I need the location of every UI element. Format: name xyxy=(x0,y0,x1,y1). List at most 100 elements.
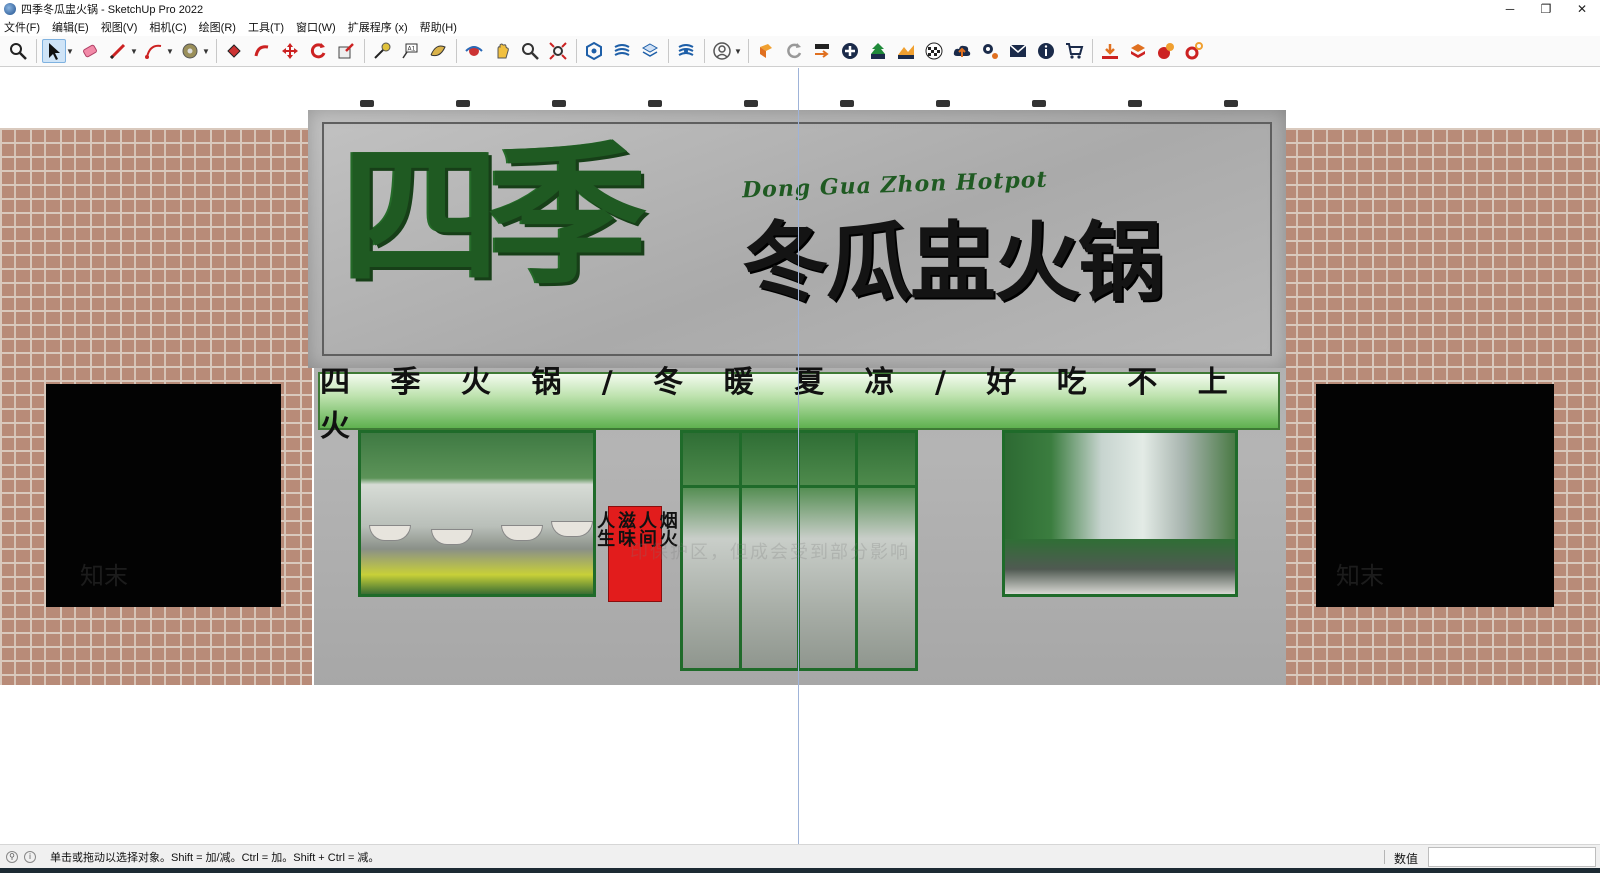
refresh-icon[interactable] xyxy=(782,39,806,63)
window-controls: ─ ❐ ✕ xyxy=(1492,0,1600,18)
measurements-label: 数值 xyxy=(1394,852,1419,866)
door-frame-bar xyxy=(683,485,915,488)
status-bar: ⚲ i 单击或拖动以选择对象。Shift = 加/减。Ctrl = 加。Shif… xyxy=(0,844,1600,868)
brush-icon[interactable] xyxy=(1154,39,1178,63)
main-toolbar: ▼ ▼ ▼ ▼ A1 ▼ xyxy=(0,36,1600,67)
spot-lamp xyxy=(936,100,950,107)
hotpot-bowl xyxy=(501,525,543,541)
measurements-input[interactable] xyxy=(1428,847,1596,867)
gear-icon[interactable] xyxy=(978,39,1002,63)
menu-view[interactable]: 视图(V) xyxy=(101,19,138,35)
menu-bar: 文件(F) 编辑(E) 视图(V) 相机(C) 绘图(R) 工具(T) 窗口(W… xyxy=(0,18,1600,36)
toolbar-separator xyxy=(456,39,457,63)
spot-lamp xyxy=(1128,100,1142,107)
menu-tools[interactable]: 工具(T) xyxy=(248,19,284,35)
menu-file[interactable]: 文件(F) xyxy=(4,19,40,35)
menu-help[interactable]: 帮助(H) xyxy=(420,19,457,35)
menu-window[interactable]: 窗口(W) xyxy=(296,19,336,35)
logo-chinese-name: 冬瓜盅火锅 xyxy=(742,212,1164,313)
download-icon[interactable] xyxy=(1098,39,1122,63)
section-plane-icon[interactable] xyxy=(426,39,450,63)
hotpot-bowl xyxy=(431,529,473,545)
move-icon[interactable] xyxy=(278,39,302,63)
scale-icon[interactable] xyxy=(334,39,358,63)
export-icon[interactable] xyxy=(810,39,834,63)
dark-window-right: 知末 xyxy=(1316,384,1554,607)
cloud-upload-icon[interactable] xyxy=(950,39,974,63)
mail-icon[interactable] xyxy=(1006,39,1030,63)
spot-lamp xyxy=(840,100,854,107)
rotate-icon[interactable] xyxy=(306,39,330,63)
arc-icon[interactable] xyxy=(142,39,166,63)
add-circle-icon[interactable] xyxy=(838,39,862,63)
components-icon[interactable] xyxy=(582,39,606,63)
menu-camera[interactable]: 相机(C) xyxy=(149,19,186,35)
logo-big-characters: 四季 xyxy=(341,126,648,305)
toolbar-separator xyxy=(216,39,217,63)
profile-dropdown-chevron-icon[interactable]: ▼ xyxy=(734,39,742,63)
eraser-icon[interactable] xyxy=(78,39,102,63)
cart-icon[interactable] xyxy=(1062,39,1086,63)
spot-lamp xyxy=(1224,100,1238,107)
info-icon[interactable] xyxy=(1034,39,1058,63)
layers-icon[interactable] xyxy=(638,39,662,63)
model-axis-line xyxy=(798,68,799,844)
toolbar-separator xyxy=(36,39,37,63)
scenes-icon[interactable] xyxy=(674,39,698,63)
window-title: 四季冬瓜盅火锅 - SketchUp Pro 2022 xyxy=(21,4,204,16)
pan-icon[interactable] xyxy=(490,39,514,63)
tree-icon[interactable] xyxy=(866,39,890,63)
select-arrow-icon[interactable] xyxy=(42,39,66,63)
sketchup-app-icon xyxy=(4,3,16,15)
info-circle-icon[interactable]: i xyxy=(24,850,36,863)
settings-gear-icon[interactable] xyxy=(1182,39,1206,63)
restore-button[interactable]: ❐ xyxy=(1528,0,1564,18)
svg-text:A1: A1 xyxy=(408,46,416,53)
paint-bucket-icon[interactable] xyxy=(222,39,246,63)
shop-sign-board: 四季 Dong Gua Zhon Hotpot 冬瓜盅火锅 xyxy=(308,110,1286,368)
tape-icon[interactable] xyxy=(370,39,394,63)
toolbar-separator xyxy=(668,39,669,63)
taskbar-strip xyxy=(0,868,1600,873)
dark-window-left: 知末 xyxy=(46,384,281,607)
close-button[interactable]: ✕ xyxy=(1564,0,1600,18)
title-bar: 四季冬瓜盅火锅 - SketchUp Pro 2022 ─ ❐ ✕ xyxy=(0,0,1600,18)
menu-edit[interactable]: 编辑(E) xyxy=(52,19,89,35)
model-viewport[interactable]: 知末 知末 四季 Dong Gua Zhon Hotpot 冬瓜盅火锅 四 季 … xyxy=(0,68,1600,844)
menu-extensions[interactable]: 扩展程序 (x) xyxy=(348,19,408,35)
spot-lamp xyxy=(456,100,470,107)
zoom-extents-icon[interactable] xyxy=(546,39,570,63)
status-message: 单击或拖动以选择对象。Shift = 加/减。Ctrl = 加。Shift + … xyxy=(50,851,380,864)
menu-draw[interactable]: 绘图(R) xyxy=(199,19,236,35)
extension-warehouse-icon[interactable] xyxy=(1126,39,1150,63)
tape-dropdown-chevron-icon[interactable]: ▼ xyxy=(202,39,210,63)
spot-lamp xyxy=(744,100,758,107)
minimize-button[interactable]: ─ xyxy=(1492,0,1528,18)
tape-measure-icon[interactable] xyxy=(178,39,202,63)
slogan-banner: 四 季 火 锅 / 冬 暖 夏 凉 / 好 吃 不 上 火 xyxy=(318,365,1280,444)
spot-lamp xyxy=(648,100,662,107)
orbit-icon[interactable] xyxy=(462,39,486,63)
styles-icon[interactable] xyxy=(610,39,634,63)
terrain-icon[interactable] xyxy=(894,39,918,63)
geo-location-icon[interactable]: ⚲ xyxy=(6,850,18,863)
checker-icon[interactable] xyxy=(922,39,946,63)
watermark-brand: 知末 xyxy=(80,563,128,590)
zoom-icon[interactable] xyxy=(518,39,542,63)
arc-dropdown-chevron-icon[interactable]: ▼ xyxy=(166,39,174,63)
profile-icon[interactable] xyxy=(710,39,734,63)
toolbar-separator xyxy=(1092,39,1093,63)
spot-lamp xyxy=(552,100,566,107)
poster-line: 人生 xyxy=(594,511,616,547)
push-pull-icon[interactable] xyxy=(250,39,274,63)
status-separator xyxy=(1384,850,1385,864)
shop-window-left xyxy=(358,430,596,597)
text-label-icon[interactable]: A1 xyxy=(398,39,422,63)
shop-window-right xyxy=(1002,430,1238,597)
pencil-icon[interactable] xyxy=(106,39,130,63)
spot-lamp xyxy=(1032,100,1046,107)
search-icon[interactable] xyxy=(6,39,30,63)
select-dropdown-chevron-icon[interactable]: ▼ xyxy=(66,39,74,63)
sketchup-logo-icon[interactable] xyxy=(754,39,778,63)
pencil-dropdown-chevron-icon[interactable]: ▼ xyxy=(130,39,138,63)
